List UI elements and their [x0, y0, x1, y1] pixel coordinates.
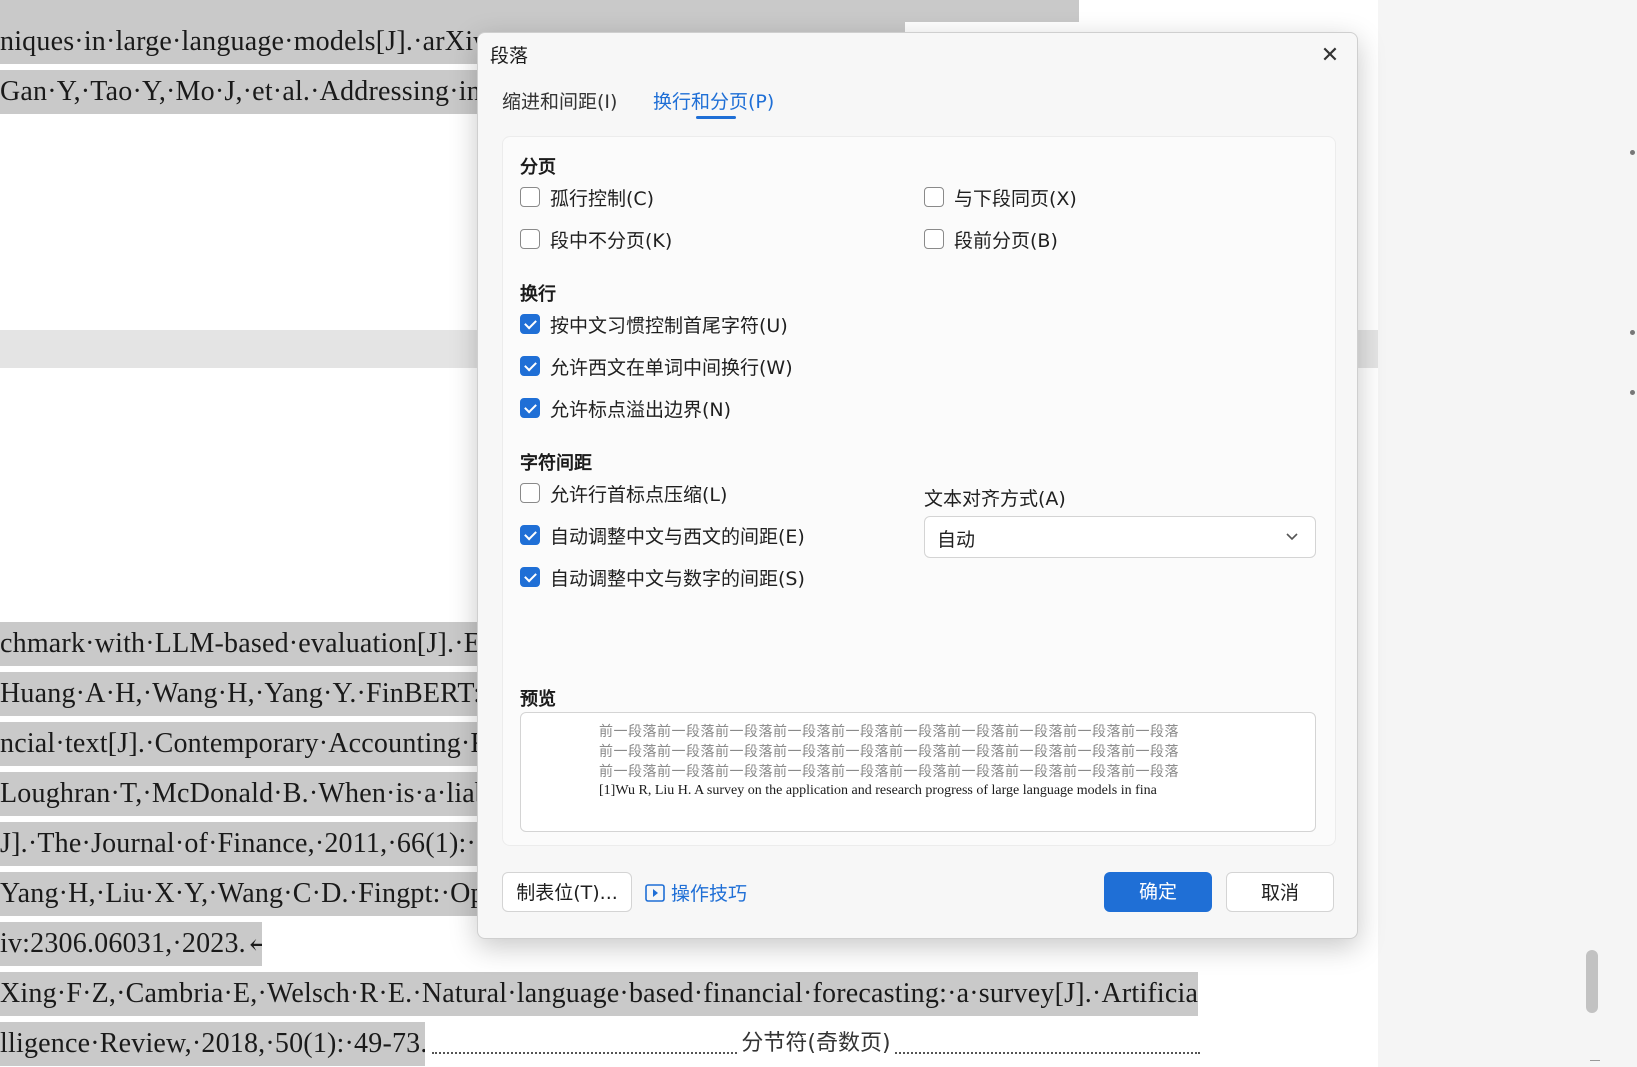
checkbox-label: 允许行首标点压缩(L): [550, 483, 728, 506]
preview-current-line: [1]Wu R, Liu H. A survey on the applicat…: [599, 783, 1157, 798]
compress-punctuation-checkbox[interactable]: 允许行首标点压缩(L): [520, 480, 727, 506]
marker-dot: [1630, 150, 1635, 155]
checkbox-box[interactable]: [520, 567, 540, 587]
auto-space-digits-checkbox[interactable]: 自动调整中文与数字的间距(S): [520, 564, 805, 590]
auto-space-latin-checkbox[interactable]: 自动调整中文与西文的间距(E): [520, 522, 805, 548]
document-line: J].·The·Journal·of·Finance,·2011,·66(1):…: [0, 822, 480, 866]
section-title-line-break: 换行: [520, 284, 556, 305]
keep-with-next-checkbox[interactable]: 与下段同页(X): [924, 184, 1077, 210]
text-alignment-value: 自动: [937, 529, 976, 551]
options-panel: 分页 孤行控制(C) 与下段同页(X) 段中不分页(K) 段前分页(B) 换行 …: [502, 136, 1336, 846]
checkbox-box[interactable]: [924, 187, 944, 207]
checkbox-box[interactable]: [520, 187, 540, 207]
section-break-label: 分节符(奇数页): [737, 1031, 895, 1056]
document-line-partial: [0, 0, 1079, 22]
scroll-track: [1378, 0, 1637, 1067]
section-title-pagination: 分页: [520, 157, 556, 178]
checkbox-label: 按中文习惯控制首尾字符(U): [550, 314, 788, 337]
scrollbar-thumb[interactable]: [1586, 950, 1598, 1013]
close-button[interactable]: ✕: [1313, 39, 1347, 73]
tab-line-page-break[interactable]: 换行和分页(P): [653, 87, 774, 114]
chinese-rules-checkbox[interactable]: 按中文习惯控制首尾字符(U): [520, 311, 788, 337]
checkbox-label: 与下段同页(X): [954, 187, 1077, 210]
document-line: Gan·Y,·Tao·Y,·Mo·J,·et·al.·Addressing·in…: [0, 70, 480, 114]
document-line: Huang·A·H,·Wang·H,·Yang·Y.·FinBERT:: [0, 672, 480, 716]
word-wrap-checkbox[interactable]: 允许西文在单词中间换行(W): [520, 353, 793, 379]
document-line: Yang·H,·Liu·X·Y,·Wang·C·D.·Fingpt:·Op: [0, 872, 480, 916]
checkbox-box[interactable]: [520, 356, 540, 376]
edge-line: [1590, 1060, 1600, 1061]
widow-control-checkbox[interactable]: 孤行控制(C): [520, 184, 654, 210]
cancel-button[interactable]: 取消: [1226, 872, 1334, 912]
ok-button[interactable]: 确定: [1104, 872, 1212, 912]
checkbox-box[interactable]: [520, 229, 540, 249]
marker-dot: [1630, 390, 1635, 395]
tips-label: 操作技巧: [671, 883, 748, 905]
preview-previous-line: 前一段落前一段落前一段落前一段落前一段落前一段落前一段落前一段落前一段落前一段落: [599, 724, 1179, 740]
checkbox-label: 段中不分页(K): [550, 229, 673, 252]
text-alignment-label: 文本对齐方式(A): [924, 488, 1066, 510]
checkbox-label: 段前分页(B): [954, 229, 1058, 252]
active-tab-indicator: [696, 116, 736, 119]
paragraph-dialog: 段落 ✕ 缩进和间距(I) 换行和分页(P) 分页 孤行控制(C) 与下段同页(…: [477, 32, 1358, 939]
tab-stops-button[interactable]: 制表位(T)...: [502, 872, 632, 912]
document-line: ncial·text[J].·Contemporary·Accounting·R: [0, 722, 480, 766]
close-icon: ✕: [1320, 43, 1340, 68]
checkbox-box[interactable]: [520, 483, 540, 503]
preview-previous-line: 前一段落前一段落前一段落前一段落前一段落前一段落前一段落前一段落前一段落前一段落: [599, 744, 1179, 760]
page-break-before-checkbox[interactable]: 段前分页(B): [924, 226, 1058, 252]
tab-indent-spacing[interactable]: 缩进和间距(I): [502, 87, 617, 114]
keep-lines-together-checkbox[interactable]: 段中不分页(K): [520, 226, 672, 252]
checkbox-label: 孤行控制(C): [550, 187, 655, 210]
document-line: lligence·Review,·2018,·50(1):·49-73.↵: [0, 1022, 425, 1066]
section-break: 分节符(奇数页): [432, 1026, 1200, 1062]
checkbox-box[interactable]: [520, 398, 540, 418]
document-line: Xing·F·Z,·Cambria·E,·Welsch·R·E.·Natural…: [0, 972, 1198, 1016]
section-title-char-spacing: 字符间距: [520, 453, 592, 474]
document-line: chmark·with·LLM-based·evaluation[J].·E: [0, 622, 480, 666]
checkbox-label: 允许西文在单词中间换行(W): [550, 356, 793, 379]
text-alignment-select[interactable]: 自动: [924, 516, 1316, 558]
checkbox-label: 自动调整中文与西文的间距(E): [550, 525, 805, 548]
tips-link[interactable]: 操作技巧: [645, 879, 747, 906]
checkbox-label: 允许标点溢出边界(N): [550, 398, 732, 421]
dialog-title: 段落: [490, 45, 529, 67]
chevron-down-icon: [1286, 533, 1298, 541]
preview-previous-line: 前一段落前一段落前一段落前一段落前一段落前一段落前一段落前一段落前一段落前一段落: [599, 764, 1179, 780]
checkbox-box[interactable]: [924, 229, 944, 249]
document-line: iv:2306.06031,·2023.↵: [0, 922, 262, 966]
checkbox-label: 自动调整中文与数字的间距(S): [550, 567, 805, 590]
marker-dot: [1630, 330, 1635, 335]
checkbox-box[interactable]: [520, 314, 540, 334]
preview-box: 前一段落前一段落前一段落前一段落前一段落前一段落前一段落前一段落前一段落前一段落…: [520, 712, 1316, 832]
document-line: Loughran·T,·McDonald·B.·When·is·a·liab: [0, 772, 480, 816]
section-title-preview: 预览: [520, 689, 556, 710]
hanging-punctuation-checkbox[interactable]: 允许标点溢出边界(N): [520, 395, 731, 421]
play-video-icon: [645, 883, 665, 902]
checkbox-box[interactable]: [520, 525, 540, 545]
